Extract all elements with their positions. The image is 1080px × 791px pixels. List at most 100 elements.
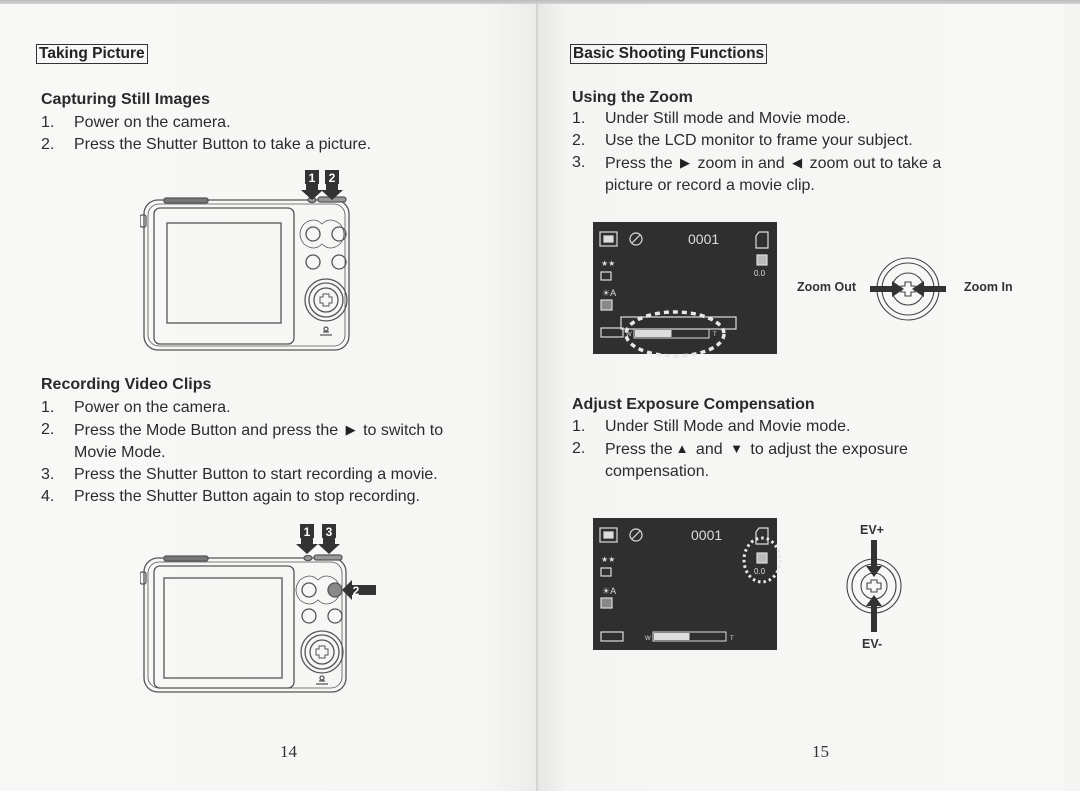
ev-icon	[756, 254, 768, 266]
step-number: 3.	[572, 154, 586, 171]
svg-text:1: 1	[309, 171, 316, 185]
list-item: 2. Press the Shutter Button to take a pic…	[41, 134, 521, 156]
zoom-bar-fill	[654, 633, 690, 640]
step-number: 1.	[572, 418, 586, 435]
list-item: 1. Under Still mode and Movie mode.	[572, 108, 1042, 130]
zoom-bar-fill	[635, 330, 672, 337]
right-arrow-icon: ▶	[345, 422, 356, 437]
scene-icon	[600, 597, 613, 609]
ev-icon	[756, 552, 768, 564]
camera-back-figure-still: 1 2	[140, 170, 350, 351]
heading-recording-video-clips: Recording Video Clips	[41, 376, 212, 393]
zoom-tele-label: T	[713, 332, 717, 338]
svg-text:3: 3	[326, 525, 333, 539]
camera-back-figure-movie: 1 3 2	[140, 524, 376, 693]
page-number: 14	[280, 742, 297, 761]
list-item: 2. Use the LCD monitor to frame your subj…	[572, 130, 1042, 152]
list-item: 1. Power on the camera.	[41, 112, 521, 134]
lcd-background	[593, 518, 777, 650]
list-item: 2. Press the Mode Button and press the ▶ …	[41, 419, 531, 464]
quality-stars: ★★	[601, 259, 615, 268]
step-text: Press the Shutter Button again to stop r…	[74, 488, 420, 505]
left-arrow-icon: ◀	[792, 155, 803, 170]
lcd-display-exposure: ★★ ☀A 0001 0.0 W T	[593, 518, 782, 650]
lcd-background	[593, 222, 777, 354]
step-number: 2.	[572, 440, 586, 457]
step-number: 2.	[41, 136, 55, 153]
book-gutter	[536, 4, 538, 791]
step-text: Press the	[605, 441, 673, 458]
zoom-control-diagram	[870, 257, 946, 321]
callout-arrow-2: 2	[342, 580, 376, 600]
zoom-steps: 1. Under Still mode and Movie mode. 2. Use…	[572, 108, 1042, 197]
lcd-screen	[166, 222, 282, 324]
step-text: to switch to	[363, 422, 444, 439]
step-text: Under Still Mode and Movie mode.	[605, 418, 851, 435]
ev-minus-label: EV-	[862, 637, 883, 651]
section-title-basic-shooting-functions: Basic Shooting Functions	[570, 44, 768, 64]
ev-minus-arrow-icon	[866, 595, 882, 632]
step-text: Press the Shutter Button to take a pictu…	[74, 136, 372, 153]
step-text: Press the	[605, 155, 673, 172]
svg-text:2: 2	[329, 171, 336, 185]
lcd-frame	[153, 565, 295, 689]
callout-arrow-3: 3	[318, 524, 340, 554]
svg-text:1: 1	[304, 525, 311, 539]
step-number: 2.	[41, 421, 55, 438]
list-item: 2. Press the ▲ and ▼ to adjust the exposur…	[572, 438, 1042, 483]
up-arrow-icon: ▲	[675, 441, 689, 456]
step-text: Power on the camera.	[74, 114, 231, 131]
page-edge	[1064, 4, 1080, 791]
navigation-pad	[300, 630, 344, 674]
list-item: 4. Press the Shutter Button again to stop…	[41, 486, 531, 508]
heading-capturing-still-images: Capturing Still Images	[41, 91, 210, 108]
ev-plus-label: EV+	[860, 523, 884, 537]
step-text: Press the Mode Button and press the	[74, 422, 339, 439]
svg-text:2: 2	[353, 584, 360, 598]
shutter-button	[313, 554, 343, 561]
step-text: to adjust the exposure	[750, 441, 908, 458]
step-number: 2.	[572, 132, 586, 149]
ev-value: 0.0	[754, 269, 766, 278]
navigation-pad	[304, 278, 348, 322]
callout-arrow-1: 1	[301, 170, 323, 200]
step-text: Use the LCD monitor to frame your subjec…	[605, 132, 913, 149]
white-balance-icon: ☀A	[602, 288, 616, 298]
scene-icon	[600, 299, 613, 311]
recording-steps: 1. Power on the camera. 2. Press the Mode …	[41, 397, 531, 508]
zoom-tele-label: T	[730, 636, 734, 642]
zoom-out-arrow-icon	[870, 281, 904, 297]
zoom-out-label: Zoom Out	[797, 280, 857, 294]
lcd-display-zoom: ★★ ☀A 0001 0.0 W T	[593, 222, 777, 358]
callout-arrow-2: 2	[321, 170, 343, 200]
step-number: 1.	[572, 110, 586, 127]
step-text: zoom in and	[697, 155, 785, 172]
white-balance-icon: ☀A	[602, 586, 616, 596]
quality-stars: ★★	[601, 555, 615, 564]
heading-using-the-zoom: Using the Zoom	[572, 89, 693, 106]
step-number: 3.	[41, 466, 55, 483]
zoom-in-label: Zoom In	[964, 280, 1013, 294]
exposure-steps: 1. Under Still Mode and Movie mode. 2. Pre…	[572, 416, 1042, 483]
ev-value: 0.0	[754, 567, 766, 576]
lcd-screen	[163, 577, 283, 679]
mode-button	[327, 582, 343, 598]
right-arrow-icon: ▶	[680, 155, 691, 170]
step-text: Press the Shutter Button to start record…	[74, 466, 438, 483]
step-text: compensation.	[605, 463, 710, 480]
heading-adjust-exposure-compensation: Adjust Exposure Compensation	[572, 396, 815, 413]
step-number: 1.	[41, 114, 55, 131]
step-number: 4.	[41, 488, 55, 505]
list-item: 3. Press the ▶ zoom in and ◀ zoom out to …	[572, 152, 1042, 197]
zoom-in-arrow-icon	[912, 281, 946, 297]
step-text: Under Still mode and Movie mode.	[605, 110, 851, 127]
list-item: 1. Under Still Mode and Movie mode.	[572, 416, 1042, 438]
shot-counter: 0001	[691, 527, 722, 543]
callout-arrow-1: 1	[296, 524, 318, 554]
section-title-taking-picture: Taking Picture	[36, 44, 148, 64]
power-button	[303, 554, 313, 562]
step-text: zoom out to take a	[809, 155, 942, 172]
zoom-wide-label: W	[645, 636, 651, 642]
page-number: 15	[812, 742, 829, 761]
shot-counter: 0001	[688, 231, 719, 247]
